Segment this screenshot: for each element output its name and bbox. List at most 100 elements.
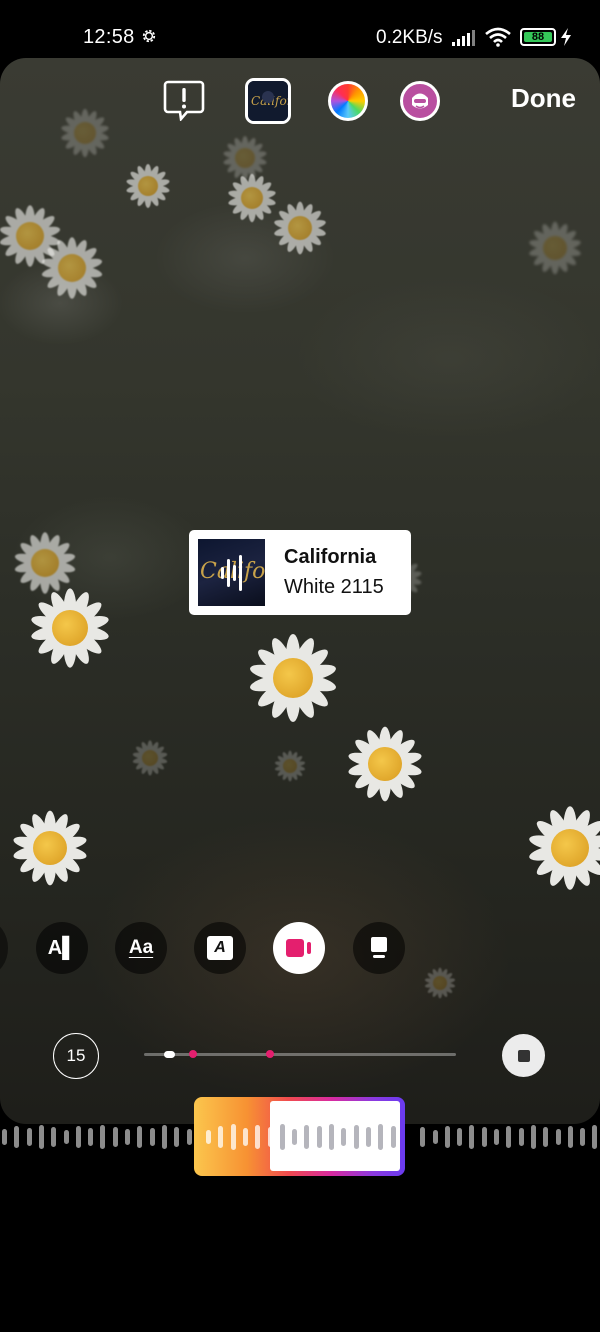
daisy-decoration bbox=[130, 738, 170, 778]
battery-level: 88 bbox=[524, 32, 552, 43]
charging-icon bbox=[561, 28, 571, 46]
style-option-album-card[interactable] bbox=[353, 922, 405, 974]
waveform-bar bbox=[38, 1125, 44, 1149]
clip-waveform-bar bbox=[292, 1129, 298, 1145]
daisy-decoration bbox=[58, 106, 113, 161]
waveform-bar bbox=[14, 1126, 20, 1148]
clip-waveform-bar bbox=[316, 1126, 322, 1148]
clip-waveform-bar bbox=[255, 1125, 261, 1149]
timeline-marker bbox=[189, 1050, 197, 1058]
waveform-bar bbox=[469, 1125, 475, 1149]
stop-button[interactable] bbox=[502, 1034, 545, 1077]
text-italic-box-style-icon: A bbox=[207, 936, 233, 960]
waveform-bar bbox=[100, 1125, 106, 1149]
song-title: California bbox=[284, 546, 377, 568]
album-art-thumbnail: California bbox=[248, 81, 288, 121]
style-option-text-left[interactable]: A▌ bbox=[36, 922, 88, 974]
alert-button[interactable] bbox=[163, 80, 205, 121]
clip-waveform-bar bbox=[390, 1126, 396, 1148]
daisy-decoration bbox=[8, 806, 93, 891]
daisy-decoration bbox=[343, 722, 428, 807]
music-sticker[interactable]: California California White 2115 bbox=[189, 530, 411, 615]
timeline-marker bbox=[266, 1050, 274, 1058]
waveform-bar bbox=[88, 1128, 94, 1146]
clip-waveform-bar bbox=[206, 1130, 211, 1144]
waveform-bar bbox=[125, 1129, 130, 1145]
waveform-bar bbox=[149, 1128, 155, 1146]
waveform-bar bbox=[2, 1129, 7, 1145]
waveform-bar bbox=[494, 1129, 499, 1145]
text-aa-style-icon: Aa bbox=[128, 937, 154, 958]
daisy-decoration bbox=[10, 528, 80, 598]
timeline-playhead[interactable] bbox=[164, 1051, 175, 1058]
song-artist: White 2115 bbox=[284, 576, 384, 598]
clip-waveform-bar bbox=[365, 1127, 371, 1147]
daisy-decoration bbox=[525, 218, 585, 278]
waveform-bar bbox=[555, 1129, 561, 1145]
wifi-icon bbox=[485, 27, 511, 47]
clip-waveform-bar bbox=[242, 1128, 248, 1146]
style-option-album-video[interactable] bbox=[273, 922, 325, 974]
daisy-decoration bbox=[423, 966, 458, 1001]
audio-wave-icon bbox=[221, 555, 242, 591]
waveform-bar bbox=[444, 1126, 450, 1148]
waveform-bar bbox=[112, 1127, 118, 1147]
waveform-bar bbox=[174, 1127, 180, 1147]
battery-icon: 88 bbox=[520, 28, 556, 46]
style-option-italic-box[interactable]: A bbox=[194, 922, 246, 974]
done-button[interactable]: Done bbox=[511, 83, 576, 114]
daisy-decoration bbox=[243, 628, 343, 728]
daisy-decoration bbox=[523, 801, 600, 896]
clip-waveform-bar bbox=[267, 1127, 273, 1147]
daisy-decoration bbox=[220, 133, 270, 183]
waveform-bar bbox=[137, 1126, 143, 1148]
clip-waveform-bar bbox=[353, 1125, 359, 1149]
status-time: 12:58 bbox=[83, 26, 135, 48]
face-icon bbox=[412, 93, 428, 109]
alert-icon bbox=[163, 80, 205, 121]
color-wheel-button[interactable] bbox=[328, 81, 368, 121]
waveform-bar bbox=[186, 1129, 192, 1145]
waveform-bar bbox=[26, 1128, 32, 1146]
waveform-bar bbox=[518, 1128, 524, 1146]
daisy-decoration bbox=[123, 161, 173, 211]
network-speed: 0.2KB/s bbox=[376, 27, 443, 48]
clip-waveform-bar bbox=[329, 1124, 334, 1150]
style-option-text-aa[interactable]: Aa bbox=[115, 922, 167, 974]
daisy-decoration bbox=[273, 749, 308, 784]
gear-icon bbox=[142, 29, 156, 43]
waveform-bar bbox=[63, 1130, 69, 1144]
signal-icon bbox=[452, 30, 475, 46]
waveform-bar bbox=[567, 1126, 573, 1148]
clip-waveform-bar bbox=[378, 1124, 384, 1150]
text-left-style-icon: A▌ bbox=[47, 936, 77, 959]
waveform-bar bbox=[161, 1125, 167, 1149]
clip-selector-waveform bbox=[194, 1122, 405, 1152]
sticker-album-art: California bbox=[198, 539, 265, 606]
waveform-bar bbox=[432, 1130, 438, 1144]
waveform-bar bbox=[580, 1128, 586, 1146]
waveform-bar bbox=[51, 1127, 57, 1147]
duration-button[interactable]: 15 bbox=[53, 1033, 99, 1079]
clip-timeline[interactable] bbox=[144, 1050, 456, 1058]
waveform-bar bbox=[75, 1126, 81, 1148]
album-card-style-icon bbox=[371, 937, 387, 958]
clip-waveform-bar bbox=[279, 1124, 285, 1150]
daisy-decoration bbox=[37, 233, 107, 303]
album-video-style-icon bbox=[286, 939, 311, 957]
waveform-bar bbox=[543, 1127, 549, 1147]
waveform-bar bbox=[457, 1128, 463, 1146]
waveform-bar bbox=[420, 1127, 426, 1147]
clip-waveform-bar bbox=[341, 1128, 347, 1146]
waveform-bar bbox=[592, 1125, 598, 1149]
status-bar: 12:58 0.2KB/s 88 bbox=[0, 0, 600, 66]
clip-waveform-bar bbox=[304, 1125, 310, 1149]
waveform-bar bbox=[530, 1125, 536, 1149]
clip-waveform-bar bbox=[218, 1126, 224, 1148]
waveform-bar bbox=[506, 1126, 512, 1148]
waveform-bar bbox=[481, 1127, 487, 1147]
stop-icon bbox=[517, 1049, 530, 1062]
face-effect-button[interactable] bbox=[400, 81, 440, 121]
album-art-button[interactable]: California bbox=[245, 78, 291, 124]
clip-waveform-bar bbox=[230, 1124, 236, 1150]
